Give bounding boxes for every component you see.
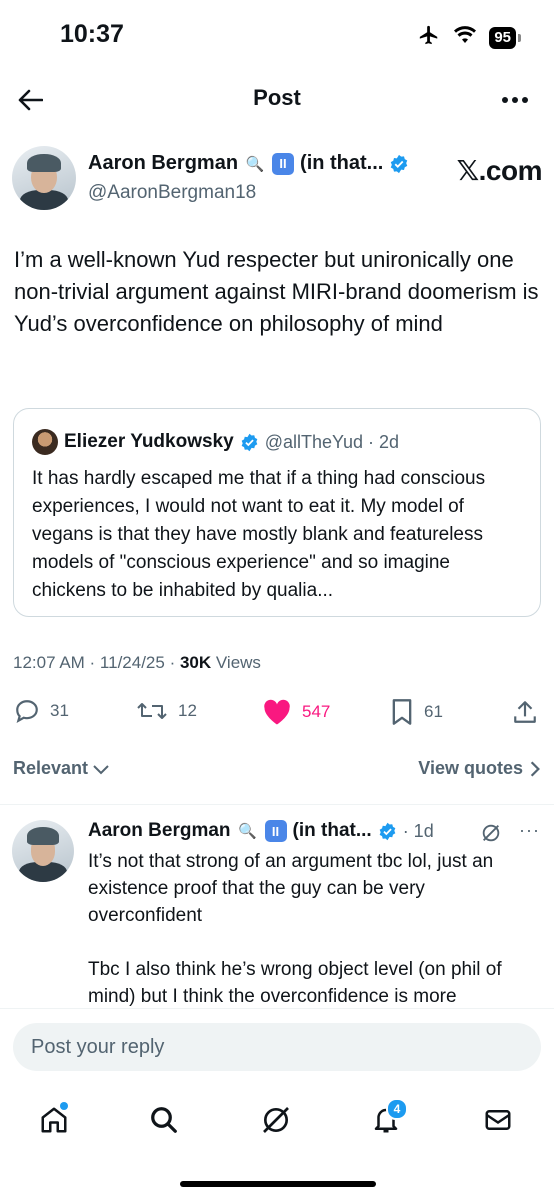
reply-author-name[interactable]: Aaron Bergman [88, 820, 231, 842]
action-bar: 31 12 547 61 [0, 694, 554, 734]
home-dot [60, 1102, 68, 1110]
share-button[interactable] [512, 698, 538, 726]
reply-more-icon[interactable]: ··· [519, 820, 540, 841]
reply-sort-row: Relevant View quotes [13, 756, 541, 786]
notifications-badge: 4 [386, 1098, 408, 1120]
brand-label: 𝕏.com [456, 155, 543, 186]
view-quotes-label: View quotes [418, 758, 523, 778]
verified-icon [391, 154, 408, 173]
back-arrow-icon [18, 89, 43, 111]
reply-header: Aaron Bergman 🔍 II (in that... · 1d [88, 820, 434, 842]
avatar[interactable] [12, 820, 74, 882]
mail-icon [485, 1110, 511, 1130]
pause-emoji-icon: II [264, 820, 287, 842]
back-button[interactable] [14, 84, 46, 116]
views-count[interactable]: 30K [180, 653, 211, 672]
bookmark-icon [392, 699, 412, 725]
tab-messages[interactable] [476, 1098, 520, 1142]
like-count: 547 [302, 702, 331, 721]
post-text: I’m a well-known Yud respecter but uniro… [14, 247, 539, 336]
page-title: Post [253, 85, 301, 110]
chevron-down-icon [93, 764, 109, 774]
divider [0, 804, 554, 805]
reply-icon [16, 700, 38, 723]
like-button[interactable]: 547 [262, 698, 330, 726]
reply-composer [0, 1008, 554, 1088]
views-label: Views [211, 653, 261, 672]
more-button[interactable] [498, 84, 532, 116]
verified-icon [241, 433, 258, 451]
reply-item[interactable]: Aaron Bergman 🔍 II (in that... · 1d ··· … [12, 816, 542, 1006]
quote-avatar [32, 429, 58, 455]
author-handle[interactable]: @AaronBergman18 [88, 182, 256, 204]
post-timestamp: 12:07 AM · 11/24/25 · 30K Views [13, 653, 261, 673]
author-name-row: Aaron Bergman 🔍 II (in that... [88, 152, 409, 175]
nav-header: Post [0, 74, 554, 124]
grok-icon[interactable] [480, 822, 502, 844]
tab-search[interactable] [142, 1098, 186, 1142]
quote-header: Eliezer Yudkowsky @allTheYud · 2d [32, 429, 399, 455]
sort-label: Relevant [13, 758, 89, 778]
airplane-icon [417, 24, 441, 51]
status-icons: 95 [417, 24, 521, 51]
repost-count: 12 [178, 701, 197, 720]
verified-icon [379, 822, 396, 840]
search-emoji-icon: 🔍 [245, 155, 265, 173]
author-name[interactable]: Aaron Bergman [88, 152, 238, 175]
status-time: 10:37 [60, 20, 124, 48]
share-icon [514, 701, 536, 723]
post-author: Aaron Bergman 🔍 II (in that... @AaronBer… [12, 146, 543, 212]
sort-dropdown[interactable]: Relevant [13, 758, 110, 779]
tab-notifications[interactable]: 4 [364, 1098, 408, 1142]
reply-button[interactable]: 31 [14, 698, 69, 724]
tab-bar: 4 [0, 1090, 554, 1150]
quote-text: It has hardly escaped me that if a thing… [32, 468, 486, 601]
quote-handle-time: @allTheYud · 2d [264, 431, 400, 452]
wifi-icon [453, 25, 477, 50]
bookmark-button[interactable]: 61 [390, 698, 443, 726]
reply-name-suffix: (in that... [292, 820, 372, 841]
author-name-suffix: (in that... [300, 152, 384, 174]
grok-tab-icon [263, 1107, 289, 1133]
search-emoji-icon: 🔍 [238, 823, 257, 840]
quote-author-name: Eliezer Yudkowsky [64, 431, 234, 452]
status-bar: 10:37 95 [0, 0, 554, 74]
timestamp-text: 12:07 AM · 11/24/25 · [13, 653, 180, 672]
reply-text: It’s not that strong of an argument tbc … [88, 851, 502, 1006]
reply-input[interactable] [13, 1023, 541, 1071]
heart-icon [264, 699, 290, 725]
battery-indicator: 95 [489, 26, 521, 49]
tab-grok[interactable] [254, 1098, 298, 1142]
repost-icon [137, 703, 167, 719]
reply-time: · 1d [402, 820, 434, 841]
chevron-right-icon [530, 760, 540, 777]
home-indicator [180, 1181, 376, 1187]
reply-count: 31 [50, 701, 69, 720]
bookmark-count: 61 [424, 702, 443, 721]
tab-home[interactable] [32, 1098, 76, 1142]
quote-card[interactable]: Eliezer Yudkowsky @allTheYud · 2d It has… [13, 408, 541, 617]
repost-button[interactable]: 12 [136, 698, 197, 724]
view-quotes-link[interactable]: View quotes [418, 758, 541, 779]
pause-emoji-icon: II [272, 152, 295, 175]
search-icon [151, 1107, 177, 1133]
avatar[interactable] [12, 146, 76, 210]
more-icon [502, 97, 528, 103]
